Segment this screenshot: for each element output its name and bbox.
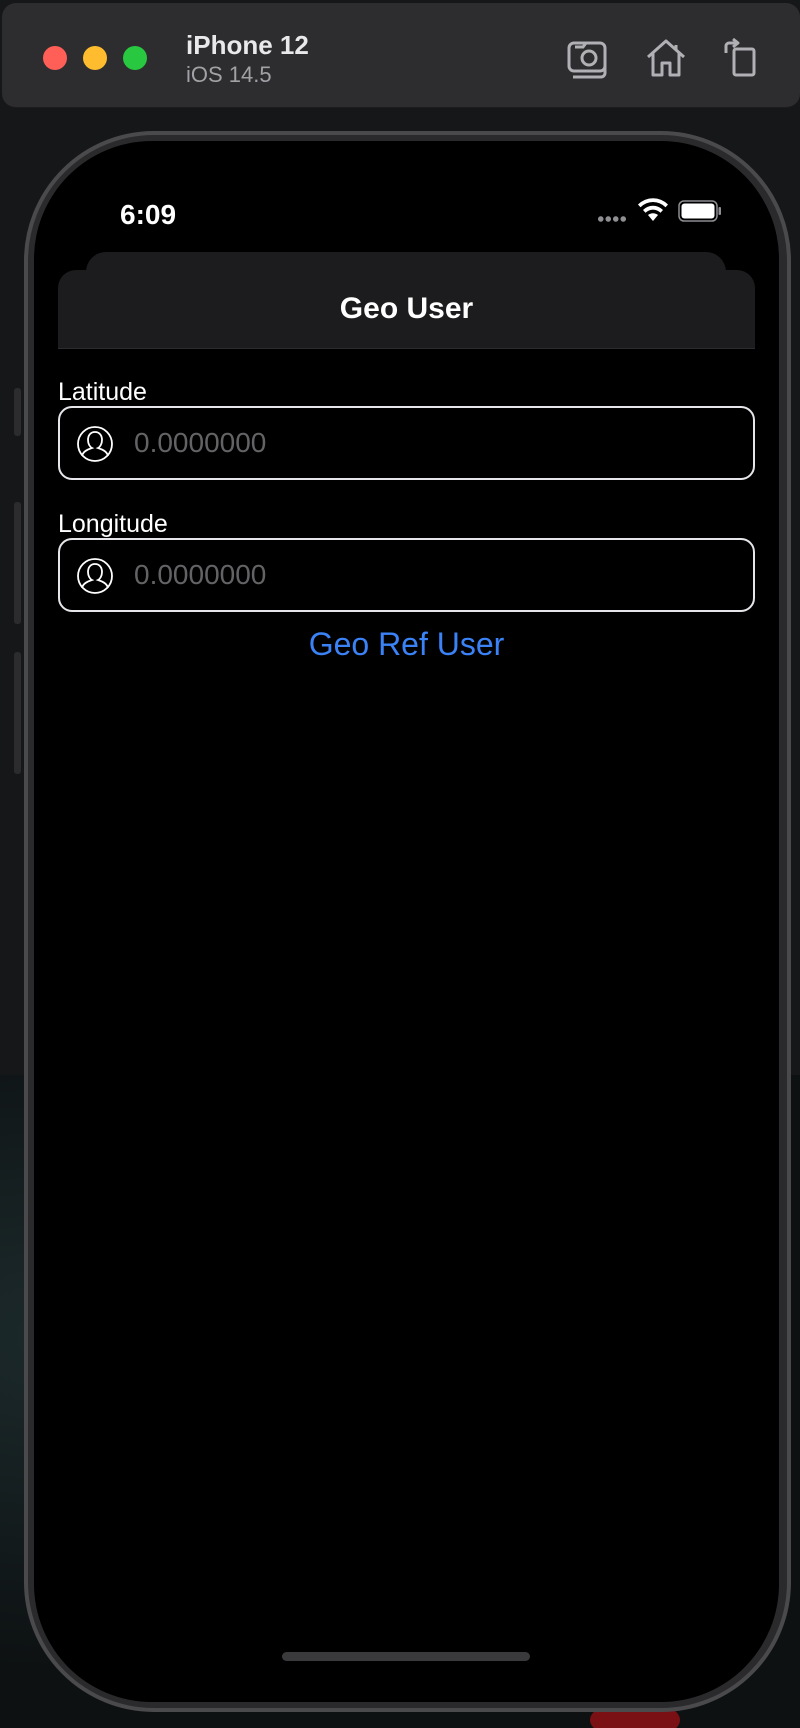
latitude-field-container[interactable] — [58, 406, 755, 480]
home-icon[interactable] — [643, 37, 689, 79]
user-icon — [76, 557, 114, 595]
simulator-title-bar: iPhone 12 iOS 14.5 — [2, 3, 800, 108]
screenshot-icon[interactable] — [565, 37, 611, 79]
home-indicator[interactable] — [282, 1652, 530, 1661]
zoom-window-button[interactable] — [123, 46, 147, 70]
phone-screen: 6:09 Geo User Latitude Longitude — [34, 141, 779, 1702]
wifi-icon — [636, 197, 670, 223]
rotate-icon[interactable] — [718, 37, 764, 79]
battery-icon — [678, 200, 722, 222]
navigation-bar: Geo User — [58, 270, 755, 349]
device-os-version: iOS 14.5 — [186, 62, 272, 87]
device-name: iPhone 12 — [186, 30, 309, 60]
close-window-button[interactable] — [43, 46, 67, 70]
latitude-label: Latitude — [58, 378, 147, 406]
volume-down-button — [14, 652, 21, 774]
latitude-input[interactable] — [134, 408, 734, 478]
geo-ref-user-button[interactable]: Geo Ref User — [34, 626, 779, 663]
longitude-label: Longitude — [58, 510, 168, 538]
page-title: Geo User — [339, 292, 474, 325]
cellular-signal-icon — [597, 216, 627, 222]
user-icon — [76, 425, 114, 463]
status-time: 6:09 — [120, 199, 177, 230]
minimize-window-button[interactable] — [83, 46, 107, 70]
mute-switch — [14, 388, 21, 436]
longitude-field-container[interactable] — [58, 538, 755, 612]
volume-up-button — [14, 502, 21, 624]
longitude-input[interactable] — [134, 540, 734, 610]
